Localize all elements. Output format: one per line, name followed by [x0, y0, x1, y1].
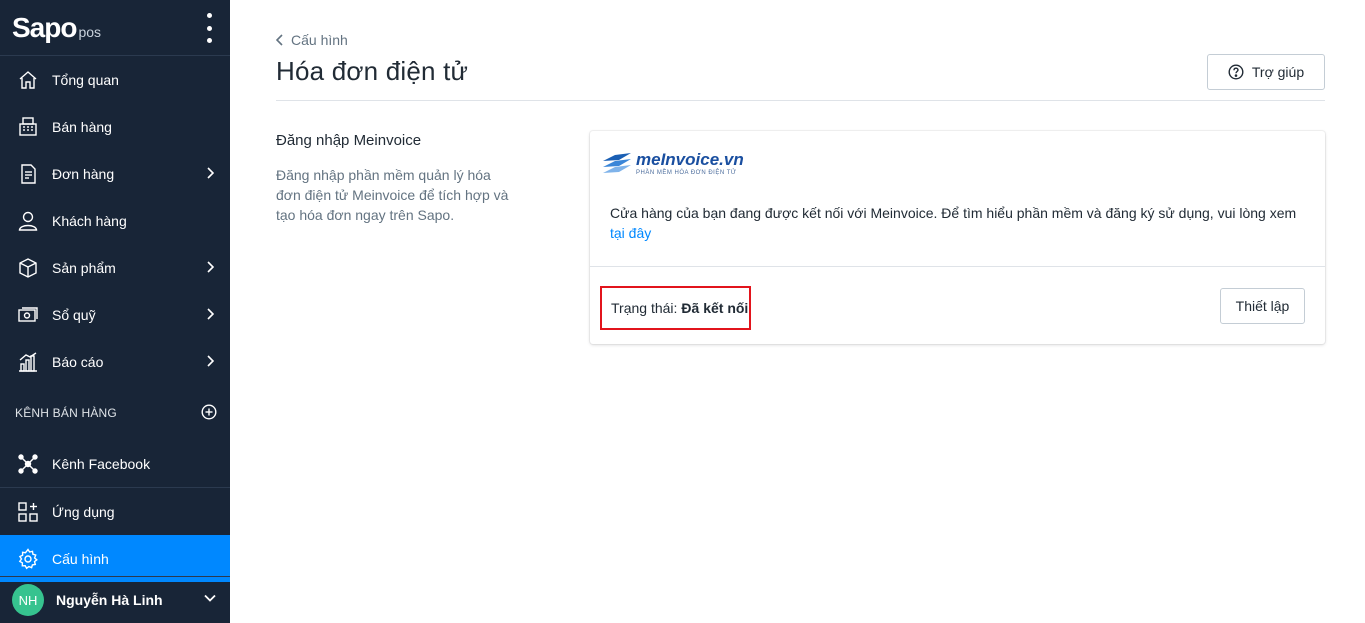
avatar: NH [12, 584, 44, 616]
user-name: Nguyễn Hà Linh [56, 592, 163, 608]
chevron-down-icon[interactable] [204, 594, 216, 602]
header-divider [276, 100, 1325, 101]
section-description: Đăng nhập phần mềm quản lý hóa đơn điện … [276, 167, 509, 223]
connection-status: Trạng thái: Đã kết nối [600, 286, 751, 330]
sidebar-item-apps[interactable]: Ứng dụng [0, 488, 230, 535]
card-footer: Trạng thái: Đã kết nối Thiết lập [590, 267, 1325, 343]
sapo-logo[interactable]: Sapo pos [12, 12, 101, 44]
sidebar: Sapo pos Tổng quan Bán hàng Đơn hàng Khá… [0, 0, 230, 623]
main-content: Cấu hình Hóa đơn điện tử Trợ giúp Đăng n… [230, 0, 1365, 623]
card-header: meInvoice.vn PHẦN MỀM HÓA ĐƠN ĐIỆN TỬ Cử… [590, 131, 1325, 267]
logo-main-text: Sapo [12, 11, 77, 43]
brand-bar: Sapo pos [0, 0, 230, 56]
connection-message: Cửa hàng của bạn đang được kết nối với M… [610, 203, 1310, 243]
sidebar-item-label: Tổng quan [52, 71, 119, 88]
sidebar-item-label: Khách hàng [52, 212, 127, 229]
help-button[interactable]: Trợ giúp [1207, 54, 1325, 90]
learn-more-link[interactable]: tại đây [610, 225, 651, 241]
apps-grid-icon [16, 500, 40, 524]
chevron-right-icon [207, 261, 214, 273]
sidebar-item-overview[interactable]: Tổng quan [0, 56, 230, 103]
sidebar-item-label: Báo cáo [52, 353, 104, 370]
status-label: Trạng thái: [611, 300, 678, 316]
sidebar-item-reports[interactable]: Báo cáo [0, 338, 230, 385]
chevron-right-icon [207, 308, 214, 320]
sidebar-item-label: Bán hàng [52, 118, 112, 135]
cash-register-icon [16, 115, 40, 139]
sidebar-item-products[interactable]: Sản phẩm [0, 244, 230, 291]
connection-message-text: Cửa hàng của bạn đang được kết nối với M… [610, 205, 1297, 221]
sidebar-nav: Tổng quan Bán hàng Đơn hàng Khách hàng S… [0, 56, 230, 385]
meinvoice-logo-tagline: PHẦN MỀM HÓA ĐƠN ĐIỆN TỬ [636, 170, 737, 176]
meinvoice-logo: meInvoice.vn PHẦN MỀM HÓA ĐƠN ĐIỆN TỬ [601, 151, 744, 177]
sidebar-item-cashbook[interactable]: Sổ quỹ [0, 291, 230, 338]
report-chart-icon [16, 350, 40, 374]
sidebar-item-label: Sản phẩm [52, 259, 116, 276]
user-menu[interactable]: NH Nguyễn Hà Linh [0, 576, 230, 623]
question-circle-icon [1228, 64, 1244, 80]
sales-channel-section: KÊNH BÁN HÀNG [0, 385, 230, 440]
meinvoice-logo-icon [603, 153, 631, 173]
user-icon [16, 209, 40, 233]
meinvoice-logo-name: meInvoice.vn [636, 150, 744, 169]
sidebar-item-label: Ứng dụng [52, 503, 115, 520]
box-icon [16, 256, 40, 280]
add-channel-icon[interactable] [201, 404, 217, 420]
sidebar-item-label: Sổ quỹ [52, 306, 96, 323]
order-icon [16, 162, 40, 186]
gear-icon [16, 547, 40, 571]
section-label: KÊNH BÁN HÀNG [15, 405, 117, 420]
sidebar-item-label: Đơn hàng [52, 165, 115, 182]
home-icon [16, 68, 40, 92]
more-menu-icon[interactable] [200, 13, 218, 43]
sidebar-item-settings[interactable]: Cấu hình [0, 535, 230, 582]
sidebar-item-sales[interactable]: Bán hàng [0, 103, 230, 150]
meinvoice-card: meInvoice.vn PHẦN MỀM HÓA ĐƠN ĐIỆN TỬ Cử… [590, 131, 1325, 344]
sidebar-item-orders[interactable]: Đơn hàng [0, 150, 230, 197]
network-icon [16, 452, 40, 476]
setup-button[interactable]: Thiết lập [1220, 288, 1305, 324]
sidebar-item-facebook-channel[interactable]: Kênh Facebook [0, 440, 230, 487]
chevron-left-icon [276, 34, 283, 46]
sidebar-item-customers[interactable]: Khách hàng [0, 197, 230, 244]
chevron-right-icon [207, 167, 214, 179]
chevron-right-icon [207, 355, 214, 367]
logo-sub-text: pos [78, 23, 102, 40]
sidebar-item-label: Cấu hình [52, 550, 109, 567]
page-title: Hóa đơn điện tử [276, 56, 469, 86]
cash-book-icon [16, 303, 40, 327]
breadcrumb-back-link[interactable]: Cấu hình [276, 32, 348, 48]
section-title: Đăng nhập Meinvoice [276, 132, 422, 149]
status-value: Đã kết nối [681, 300, 749, 316]
breadcrumb-label: Cấu hình [291, 32, 348, 48]
help-button-label: Trợ giúp [1251, 64, 1305, 80]
sidebar-item-label: Kênh Facebook [52, 455, 151, 472]
